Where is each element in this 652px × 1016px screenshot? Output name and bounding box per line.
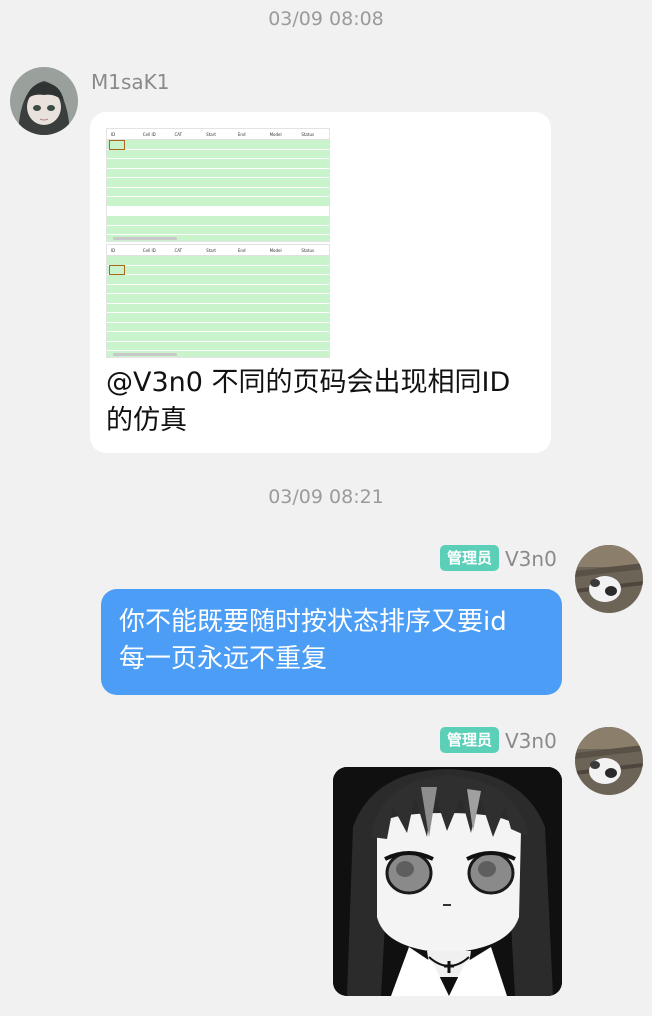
admin-badge: 管理员 bbox=[440, 727, 500, 753]
screenshot-image[interactable]: ID Cell ID CAT Start End Model Status bbox=[106, 128, 330, 242]
sender-name: V3n0 bbox=[505, 729, 557, 753]
admin-badge: 管理员 bbox=[440, 545, 500, 571]
avatar-v3n0[interactable] bbox=[575, 545, 643, 613]
timestamp: 03/09 08:21 bbox=[268, 486, 384, 508]
message-bubble[interactable]: 你不能既要随时按状态排序又要id 每一页永远不重复 bbox=[101, 589, 562, 695]
avatar-v3n0[interactable] bbox=[575, 727, 643, 795]
sender-name: V3n0 bbox=[505, 547, 557, 571]
sticker-image[interactable] bbox=[333, 767, 562, 996]
message-text: @V3n0 不同的页码会出现相同ID 的仿真 bbox=[106, 367, 511, 436]
avatar-m1sak1[interactable] bbox=[10, 67, 78, 135]
message-text: 你不能既要随时按状态排序又要id 每一页永远不重复 bbox=[119, 607, 507, 674]
message-bubble[interactable]: ID Cell ID CAT Start End Model Status ID Cell I… bbox=[90, 112, 551, 453]
screenshot-image[interactable]: ID Cell ID CAT Start End Model Status bbox=[106, 244, 330, 358]
sender-name: M1saK1 bbox=[91, 70, 170, 94]
timestamp: 03/09 08:08 bbox=[268, 8, 384, 30]
